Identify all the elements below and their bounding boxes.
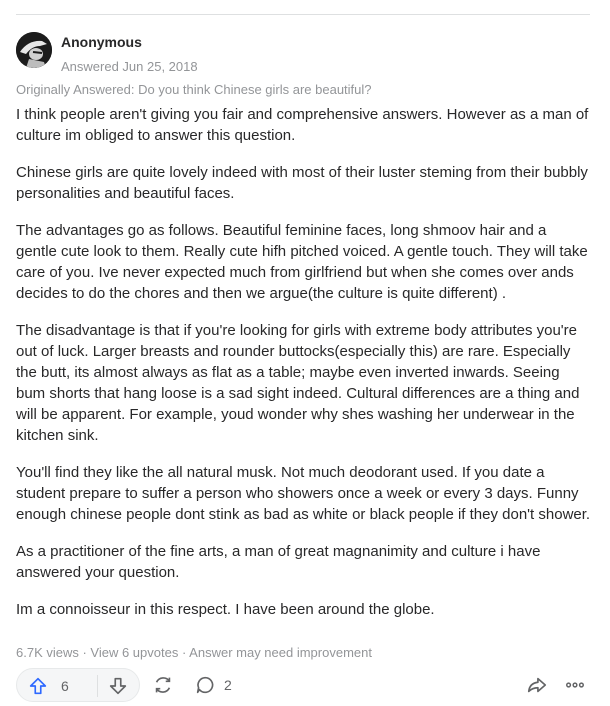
answer-paragraph: Im a connoisseur in this respect. I have… xyxy=(16,601,435,618)
answer-content: I think people aren't giving you fair an… xyxy=(16,104,591,636)
share-icon xyxy=(526,674,548,696)
comment-button[interactable]: 2 xyxy=(194,674,232,696)
answer-paragraph: The disadvantage is that if you're looki… xyxy=(16,322,580,444)
answer-meta[interactable]: 6.7K views · View 6 upvotes · Answer may… xyxy=(16,645,372,660)
more-icon xyxy=(564,674,586,696)
share-button[interactable] xyxy=(526,674,548,696)
vote-divider xyxy=(97,675,98,697)
reshare-button[interactable] xyxy=(152,674,174,696)
downvote-button[interactable] xyxy=(107,675,129,697)
comment-icon xyxy=(194,674,216,696)
answered-date[interactable]: Answered Jun 25, 2018 xyxy=(61,59,198,74)
original-question[interactable]: Originally Answered: Do you think Chines… xyxy=(16,82,372,97)
more-options-button[interactable] xyxy=(564,674,586,696)
action-bar: 6 2 xyxy=(16,668,596,702)
reshare-icon xyxy=(152,674,174,696)
answer-header: Anonymous Answered Jun 25, 2018 xyxy=(16,30,576,80)
vote-group: 6 xyxy=(16,668,140,702)
answer-paragraph: You'll find they like the all natural mu… xyxy=(16,464,591,523)
author-name[interactable]: Anonymous xyxy=(61,34,142,50)
top-divider xyxy=(16,14,590,15)
answer-paragraph: I think people aren't giving you fair an… xyxy=(16,106,589,144)
upvote-button[interactable]: 6 xyxy=(27,675,87,697)
avatar[interactable] xyxy=(16,32,52,68)
upvote-count: 6 xyxy=(61,678,69,694)
answer-paragraph: As a practitioner of the fine arts, a ma… xyxy=(16,543,541,581)
answer-paragraph: The advantages go as follows. Beautiful … xyxy=(16,222,588,302)
answer-paragraph: Chinese girls are quite lovely indeed wi… xyxy=(16,164,588,202)
upvote-icon xyxy=(27,675,49,697)
downvote-icon xyxy=(107,675,129,697)
comment-count: 2 xyxy=(224,677,232,693)
